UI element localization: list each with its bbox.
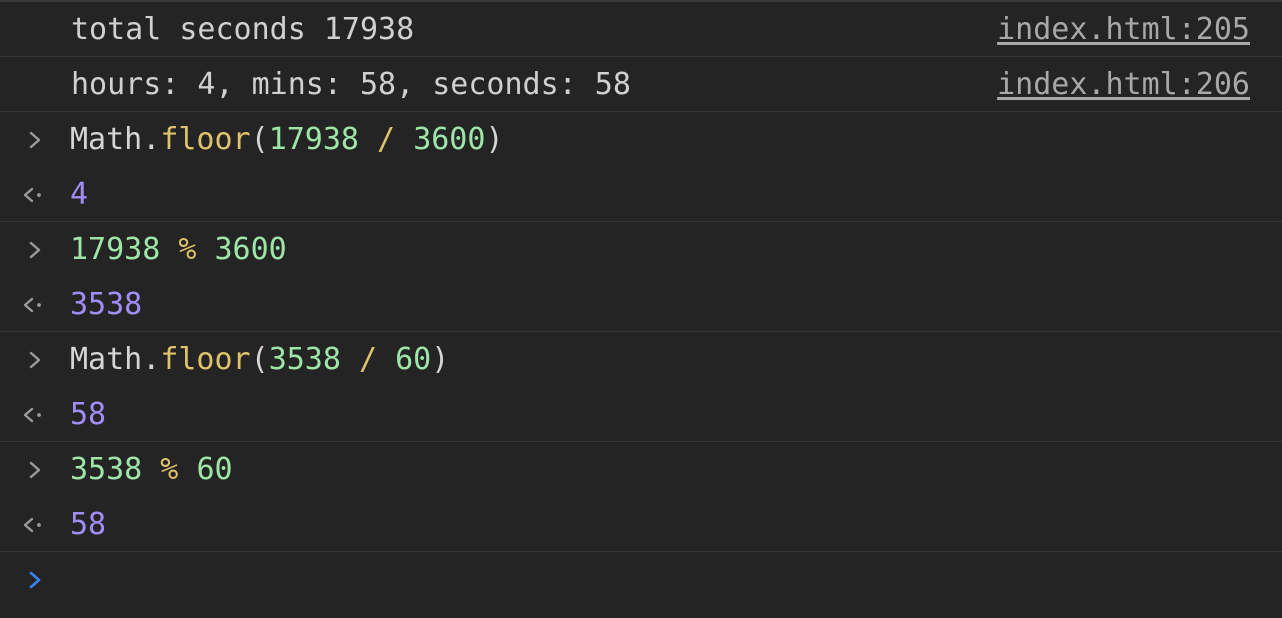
code-object: Math. [70,342,161,377]
code-function: floor [160,342,251,377]
console-prompt[interactable] [0,552,1282,607]
code-object: Math. [70,122,161,157]
command-text: Math.floor(3538 / 60) [70,332,449,387]
code-number: 3600 [413,122,486,157]
code-number: 17938 [268,122,359,157]
log-source-link[interactable]: index.html:205 [997,2,1250,57]
code-number: 60 [395,342,432,377]
console-result-row: 58 [0,387,1282,442]
console-panel: total seconds 17938 index.html:205 hours… [0,0,1282,618]
code-number: 60 [196,452,233,487]
return-arrow-icon [20,387,50,442]
log-source-link[interactable]: index.html:206 [997,57,1250,112]
command-text: 17938 % 3600 [70,222,287,277]
command-text: Math.floor(17938 / 3600) [70,112,504,167]
chevron-right-icon [20,222,50,277]
console-input-row: 3538 % 60 [0,442,1282,497]
return-arrow-icon [20,167,50,222]
result-value: 4 [70,177,89,212]
console-input-row: 17938 % 3600 [0,222,1282,277]
chevron-right-icon [20,332,50,387]
code-paren: ( [250,342,269,377]
console-log-row: total seconds 17938 index.html:205 [0,2,1282,57]
chevron-right-icon [20,552,50,607]
console-input-row: Math.floor(3538 / 60) [0,332,1282,387]
log-message: hours: 4, mins: 58, seconds: 58 [71,67,631,102]
log-message: total seconds 17938 [71,12,415,47]
code-number: 3538 [268,342,341,377]
command-text: 3538 % 60 [70,442,233,497]
code-operator: % [142,452,197,487]
code-paren: ) [431,342,450,377]
code-number: 3538 [70,452,143,487]
code-operator: / [359,122,414,157]
result-value: 58 [70,507,107,542]
result-value: 3538 [70,287,143,322]
code-number: 3600 [214,232,287,267]
code-operator: / [340,342,396,377]
console-input-field[interactable] [70,560,1262,600]
code-operator: % [160,232,215,267]
console-input-row: Math.floor(17938 / 3600) [0,112,1282,167]
console-result-row: 4 [0,167,1282,222]
console-log-row: hours: 4, mins: 58, seconds: 58 index.ht… [0,57,1282,112]
code-paren: ) [485,122,504,157]
chevron-right-icon [20,112,50,167]
console-result-row: 58 [0,497,1282,552]
code-paren: ( [250,122,269,157]
console-result-row: 3538 [0,277,1282,332]
code-function: floor [160,122,251,157]
result-value: 58 [70,397,107,432]
chevron-right-icon [20,442,50,497]
code-number: 17938 [70,232,161,267]
return-arrow-icon [20,277,50,332]
return-arrow-icon [20,497,50,552]
